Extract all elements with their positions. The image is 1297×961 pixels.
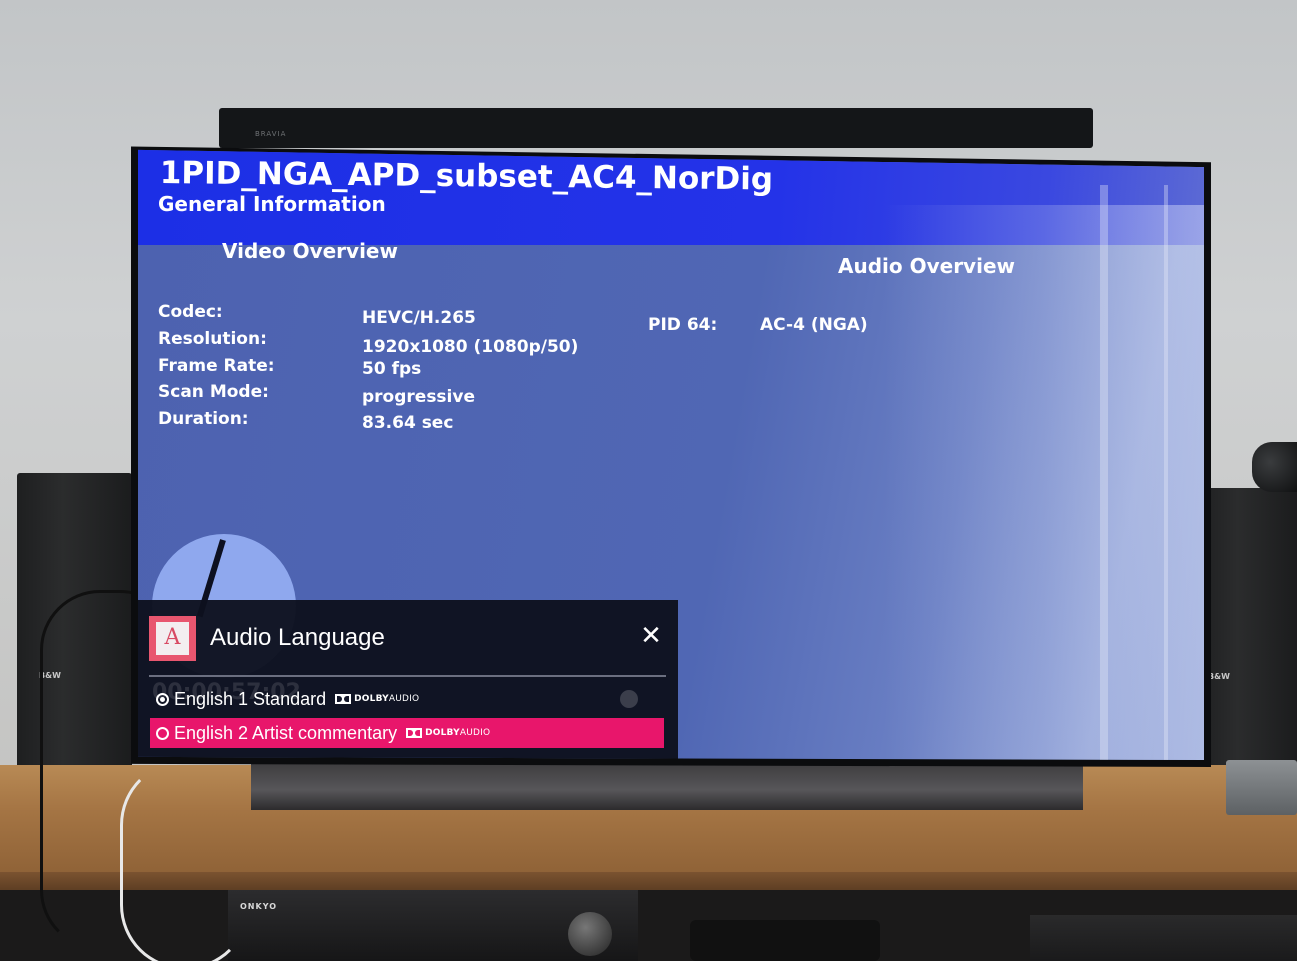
reflection-frame xyxy=(1100,185,1108,760)
duration-label: Duration: xyxy=(158,409,249,429)
audio-language-panel: A Audio Language ✕ 00:00:57:02 English 1… xyxy=(138,600,678,760)
background-tv-brand: BRAVIA xyxy=(255,130,287,138)
resolution-value: 1920x1080 (1080p/50) xyxy=(362,337,579,357)
frame-rate-label: Frame Rate: xyxy=(158,356,275,376)
mini-pc xyxy=(1226,760,1297,815)
audio-option-label: English 1 Standard xyxy=(174,688,327,709)
audio-option-english-1[interactable]: English 1 Standard DOLBY AUDIO xyxy=(150,684,664,714)
panel-divider xyxy=(149,675,666,677)
dolby-logo-icon xyxy=(335,694,352,704)
radio-selected-icon xyxy=(156,692,169,706)
white-cable xyxy=(120,760,250,961)
dolby-badge-rest: AUDIO xyxy=(459,728,491,738)
dolby-logo-icon xyxy=(406,728,423,738)
audio-language-glyph: A xyxy=(156,622,189,655)
audio-pid-value: AC-4 (NGA) xyxy=(760,315,868,335)
av-receiver: ONKYO xyxy=(228,890,638,961)
router xyxy=(690,920,880,961)
video-overview-heading: Video Overview xyxy=(222,239,398,263)
duration-value: 83.64 sec xyxy=(362,413,454,433)
audio-option-label: English 2 Artist commentary xyxy=(174,722,398,743)
frame-rate-value: 50 fps xyxy=(362,359,422,379)
volume-knob xyxy=(568,912,612,956)
dolby-audio-badge: DOLBY AUDIO xyxy=(406,728,490,738)
tv-screen: 1PID_NGA_APD_subset_AC4_NorDig General I… xyxy=(138,149,1204,760)
window-reflection xyxy=(884,205,1204,760)
scan-mode-label: Scan Mode: xyxy=(158,382,269,402)
reflection-frame xyxy=(1164,185,1168,760)
codec-value: HEVC/H.265 xyxy=(362,308,476,328)
console-device xyxy=(1030,915,1297,961)
right-speaker-badge: B&W xyxy=(1208,672,1230,681)
background-tv: BRAVIA xyxy=(219,108,1093,148)
page-subtitle: General Information xyxy=(158,192,386,216)
audio-option-english-2[interactable]: English 2 Artist commentary DOLBY AUDIO xyxy=(150,718,664,748)
webcam xyxy=(1252,442,1297,492)
dolby-badge-bold: DOLBY xyxy=(425,728,460,738)
dolby-badge-rest: AUDIO xyxy=(388,694,420,704)
scan-mode-value: progressive xyxy=(362,387,475,407)
audio-language-title: Audio Language xyxy=(210,624,385,651)
close-button[interactable]: ✕ xyxy=(638,623,664,650)
audio-overview-heading: Audio Overview xyxy=(838,254,1015,278)
dolby-audio-badge: DOLBY AUDIO xyxy=(335,694,419,704)
codec-label: Codec: xyxy=(158,302,223,322)
right-speaker: B&W xyxy=(1198,488,1297,778)
audio-language-icon: A xyxy=(149,616,196,661)
audio-pid-label: PID 64: xyxy=(648,315,718,335)
resolution-label: Resolution: xyxy=(158,329,267,349)
tv-stand xyxy=(251,760,1083,810)
dolby-badge-bold: DOLBY xyxy=(354,694,389,704)
radio-unselected-icon xyxy=(156,726,169,740)
